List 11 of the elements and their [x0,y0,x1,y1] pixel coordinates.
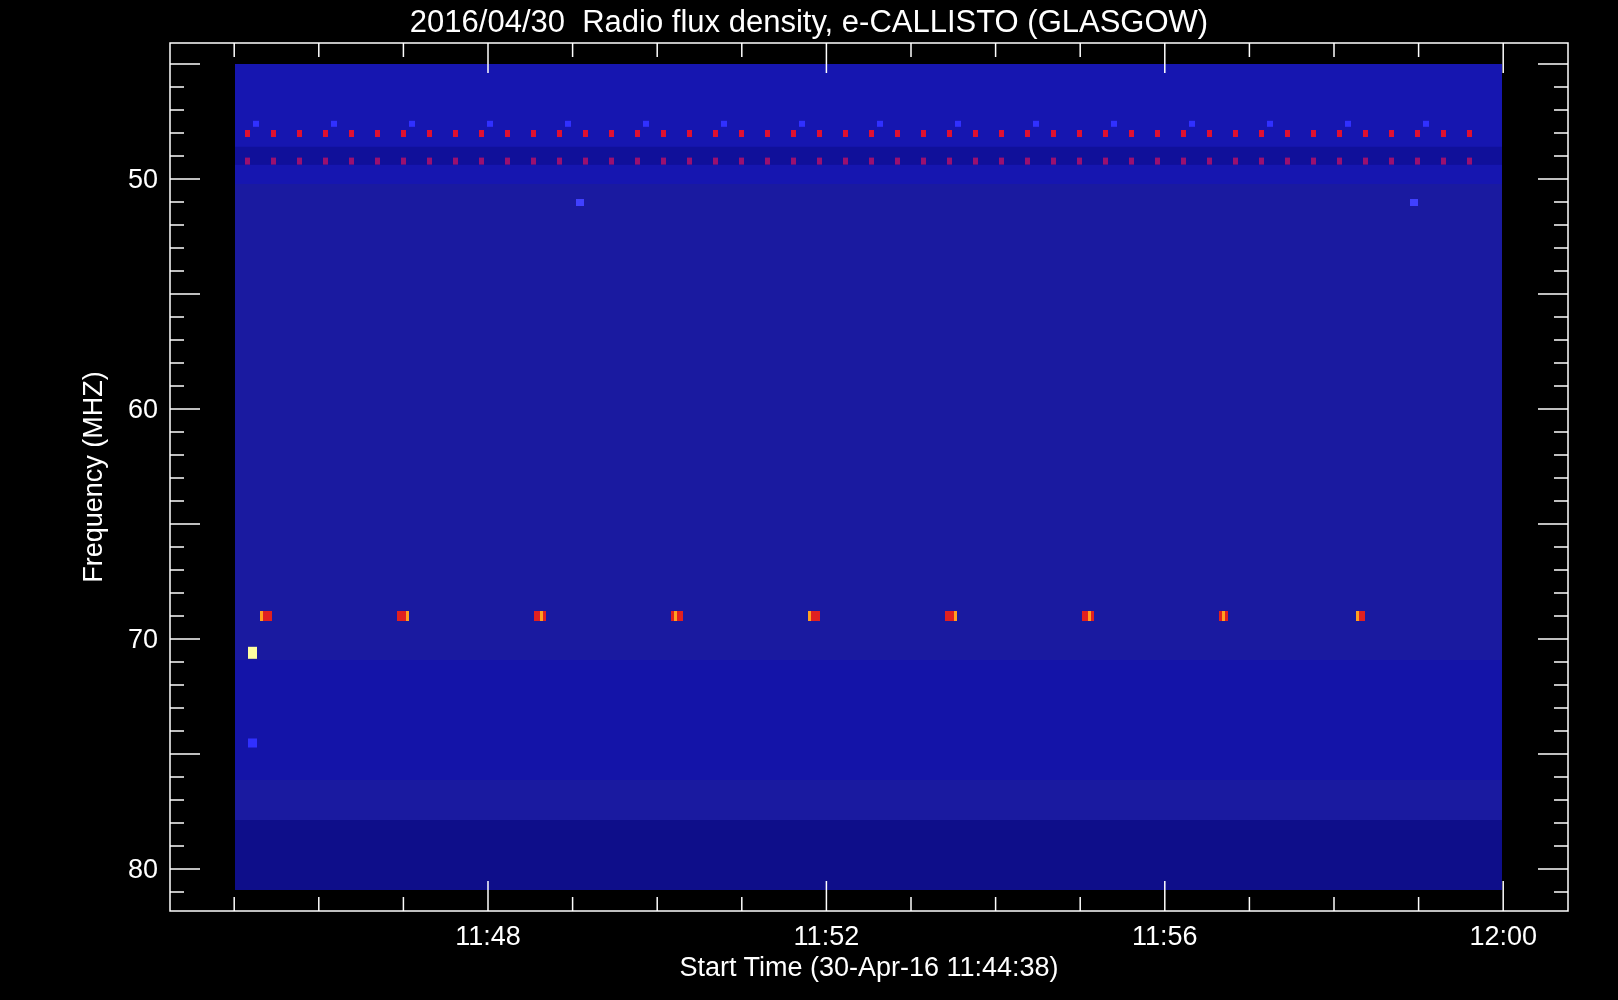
plot-title: 2016/04/30 Radio flux density, e-CALLISTO (GLASGOW) [409,4,1209,39]
x-axis-label: Start Time (30-Apr-16 11:44:38) [679,952,1059,982]
x-tick-label: 11:56 [1132,921,1198,951]
y-axis-label: Frequency (MHZ) [78,371,108,583]
x-tick-label: 12:00 [1469,921,1537,951]
y-tick-label: 60 [127,394,158,424]
y-tick-label: 50 [127,164,158,194]
y-tick-label: 80 [127,854,158,884]
x-tick-label: 11:52 [793,921,860,951]
x-tick-label: 11:48 [455,921,521,951]
y-tick-label: 70 [127,624,158,654]
